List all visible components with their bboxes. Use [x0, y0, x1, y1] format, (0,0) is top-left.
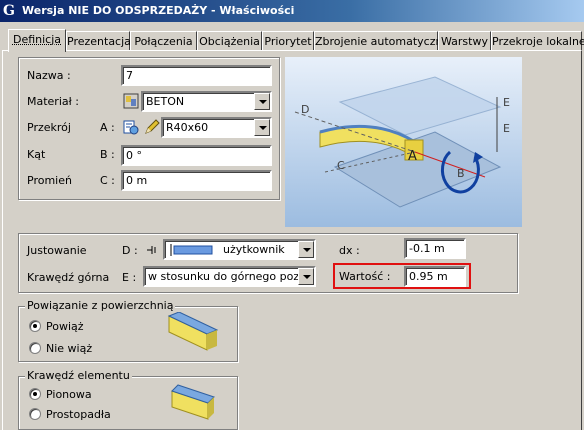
section-icon[interactable] — [121, 117, 141, 137]
nazwa-field[interactable]: 7 — [121, 65, 272, 86]
justowanie-select[interactable]: użytkownik — [163, 239, 316, 260]
preview-label-e1: E — [503, 96, 510, 109]
przekroj-label: Przekrój — [27, 121, 71, 134]
alignment-icon[interactable] — [143, 240, 163, 260]
krawedz-gorna-label: Krawędź górna — [27, 271, 109, 284]
surface-link-legend: Powiązanie z powierzchnią — [25, 299, 175, 312]
tab-priorytet[interactable]: Priorytet — [262, 31, 314, 51]
material-icon[interactable] — [121, 91, 141, 111]
alignment-swatch-icon — [167, 243, 215, 257]
wartosc-field[interactable]: 0.95 m — [404, 266, 466, 287]
tab-strip: Definicja Prezentacja Połączenia Obciąże… — [0, 29, 584, 51]
window-title: Wersja NIE DO ODSPRZEDAŻY - Właściwości — [22, 4, 294, 17]
chevron-down-icon[interactable] — [298, 268, 314, 285]
preview-label-e2: E — [503, 122, 510, 135]
powiaz-label: Powiąż — [46, 320, 84, 333]
chevron-down-icon[interactable] — [254, 119, 270, 136]
przekroj-letter: A : — [100, 121, 115, 134]
krawedz-gorna-value: w stosunku do górnego poziomu — [148, 270, 316, 283]
tab-prezentacja[interactable]: Prezentacja — [66, 31, 130, 51]
nazwa-label: Nazwa : — [27, 69, 71, 82]
radio-pionowa[interactable] — [29, 388, 41, 400]
material-label: Materiał : — [27, 95, 79, 108]
wartosc-label: Wartość : — [339, 270, 390, 283]
tab-warstwy[interactable]: Warstwy — [438, 31, 491, 51]
chevron-down-icon[interactable] — [254, 93, 270, 110]
beam-illustration: D E E A B C — [285, 57, 522, 227]
promien-label: Promień — [27, 174, 72, 187]
material-value: BETON — [146, 95, 184, 108]
chevron-down-icon[interactable] — [298, 241, 314, 258]
radio-nie-wiaz[interactable] — [29, 342, 41, 354]
przekroj-select[interactable]: R40x60 — [161, 117, 272, 138]
element-edge-legend: Krawędź elementu — [25, 369, 132, 382]
justowanie-letter: D : — [122, 244, 138, 257]
tab-polaczenia[interactable]: Połączenia — [130, 31, 197, 51]
justowanie-value: użytkownik — [223, 243, 285, 256]
justowanie-label: Justowanie — [27, 244, 87, 257]
element-edge-icon — [170, 381, 218, 421]
title-bar[interactable]: G Wersja NIE DO ODSPRZEDAŻY - Właściwośc… — [0, 0, 584, 22]
beam-preview: D E E A B C — [285, 57, 522, 227]
preview-label-c: C — [337, 159, 345, 172]
surface-link-icon — [167, 312, 219, 352]
radio-powiaz[interactable] — [29, 320, 41, 332]
app-icon: G — [3, 3, 19, 19]
przekroj-value: R40x60 — [166, 121, 208, 134]
preview-label-b: B — [457, 167, 465, 180]
dx-label: dx : — [339, 244, 360, 257]
kat-field[interactable]: 0 ° — [121, 145, 272, 166]
preview-label-a: A — [408, 149, 417, 164]
material-select[interactable]: BETON — [141, 91, 272, 112]
pionowa-label: Pionowa — [46, 388, 92, 401]
pencil-icon[interactable] — [142, 117, 162, 137]
radio-prostopadla[interactable] — [29, 408, 41, 420]
tab-zbrojenie-automatyczne[interactable]: Zbrojenie automatyczne — [314, 31, 438, 51]
nie-wiaz-label: Nie wiąż — [46, 342, 92, 355]
tab-przekroje-lokalne[interactable]: Przekroje lokalne — [491, 31, 582, 51]
prostopadla-label: Prostopadła — [46, 408, 111, 421]
promien-field[interactable]: 0 m — [121, 170, 272, 191]
kat-letter: B : — [100, 148, 115, 161]
krawedz-gorna-select[interactable]: w stosunku do górnego poziomu — [143, 266, 316, 287]
kat-label: Kąt — [27, 148, 45, 161]
dx-field[interactable]: -0.1 m — [404, 238, 466, 259]
tab-definicja[interactable]: Definicja — [8, 29, 66, 52]
preview-label-d: D — [301, 103, 309, 116]
tab-obciazenia[interactable]: Obciążenia — [197, 31, 262, 51]
promien-letter: C : — [100, 174, 115, 187]
krawedz-gorna-letter: E : — [122, 271, 136, 284]
